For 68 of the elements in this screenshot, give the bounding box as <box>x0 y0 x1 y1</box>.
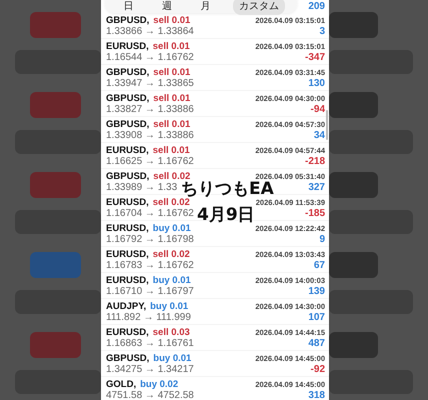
price-text: 1.16863 → 1.16761 <box>106 338 194 348</box>
order-type-text: sell 0.02 <box>152 196 190 208</box>
symbol-text: EURUSD, <box>106 326 149 338</box>
order-type-text: buy 0.02 <box>140 378 178 390</box>
order-type-text: sell 0.02 <box>153 170 190 182</box>
price-text: 111.892 → 111.999 <box>106 312 191 322</box>
symbol-text: GOLD, <box>106 378 136 390</box>
order-type-text: buy 0.01 <box>150 300 188 312</box>
order-type-text: sell 0.01 <box>153 66 190 78</box>
price-text: 1.16544 → 1.16762 <box>106 52 194 62</box>
order-type-text: sell 0.01 <box>153 14 190 26</box>
order-type-text: sell 0.01 <box>152 40 190 52</box>
symbol-text: GBPUSD, <box>106 170 150 182</box>
order-type-text: sell 0.01 <box>153 92 190 104</box>
period-tab[interactable]: 月 <box>194 0 216 15</box>
price-text: 4751.58 → 4752.58 <box>106 390 194 400</box>
profit-text: 318 <box>308 390 325 400</box>
symbol-text: EURUSD, <box>106 248 149 260</box>
price-text: 1.16704 → 1.16762 <box>106 208 194 218</box>
symbol-text: GBPUSD, <box>106 14 150 26</box>
profit-text: -218 <box>304 156 325 166</box>
profit-text: 9 <box>319 234 325 244</box>
price-text: 1.34275 → 1.34217 <box>106 364 194 374</box>
profit-text: 107 <box>308 312 325 322</box>
price-text: 1.16783 → 1.16762 <box>106 260 194 270</box>
symbol-text: EURUSD, <box>106 144 149 156</box>
order-type-text: sell 0.02 <box>152 248 190 260</box>
symbol-text: GBPUSD, <box>106 66 150 78</box>
profit-text: -185 <box>304 208 325 218</box>
caption-title: ちりつもEA <box>181 181 274 198</box>
price-text: 1.33908 → 1.33886 <box>106 130 194 140</box>
price-text: 1.33947 → 1.33865 <box>106 78 194 88</box>
price-text: 1.33827 → 1.33886 <box>106 104 194 114</box>
scrollbar <box>326 110 328 140</box>
order-type-text: buy 0.01 <box>152 222 191 234</box>
price-text: 1.16792 → 1.16798 <box>106 234 194 244</box>
caption-date: 4月9日 <box>197 207 255 224</box>
order-type-text: buy 0.01 <box>153 352 192 364</box>
price-text: 1.16625 → 1.16762 <box>106 156 194 166</box>
order-type-text: buy 0.01 <box>152 274 191 286</box>
period-tab[interactable]: カスタム <box>232 0 285 15</box>
symbol-text: GBPUSD, <box>106 92 150 104</box>
profit-text: 130 <box>308 78 325 88</box>
order-type-text: sell 0.01 <box>153 118 190 130</box>
profit-text: 139 <box>308 286 325 296</box>
symbol-text: GBPUSD, <box>106 118 150 130</box>
profit-text: 3 <box>319 26 325 36</box>
symbol-text: EURUSD, <box>106 222 149 234</box>
symbol-text: EURUSD, <box>106 40 149 52</box>
order-type-text: sell 0.01 <box>152 144 190 156</box>
price-text: 1.33866 → 1.33864 <box>106 26 194 36</box>
period-tab[interactable]: 週 <box>156 0 178 15</box>
order-type-text: sell 0.03 <box>152 326 190 338</box>
symbol-text: GBPUSD, <box>106 352 150 364</box>
profit-text: -347 <box>304 52 325 62</box>
price-text: 1.33989 → 1.33 <box>106 182 178 192</box>
profit-text: -94 <box>310 104 325 114</box>
profit-text: 34 <box>314 130 325 140</box>
symbol-text: AUDJPY, <box>106 300 146 312</box>
profit-text: -92 <box>310 364 325 374</box>
profit-text: 487 <box>308 338 325 348</box>
period-tab[interactable]: 日 <box>117 0 140 15</box>
profit-text: 67 <box>314 260 325 270</box>
symbol-text: EURUSD, <box>106 196 149 208</box>
symbol-text: EURUSD, <box>106 274 149 286</box>
profit-text: 327 <box>308 182 325 192</box>
profit-text: 209 <box>308 1 325 12</box>
price-text: 1.16710 → 1.16797 <box>106 286 194 296</box>
